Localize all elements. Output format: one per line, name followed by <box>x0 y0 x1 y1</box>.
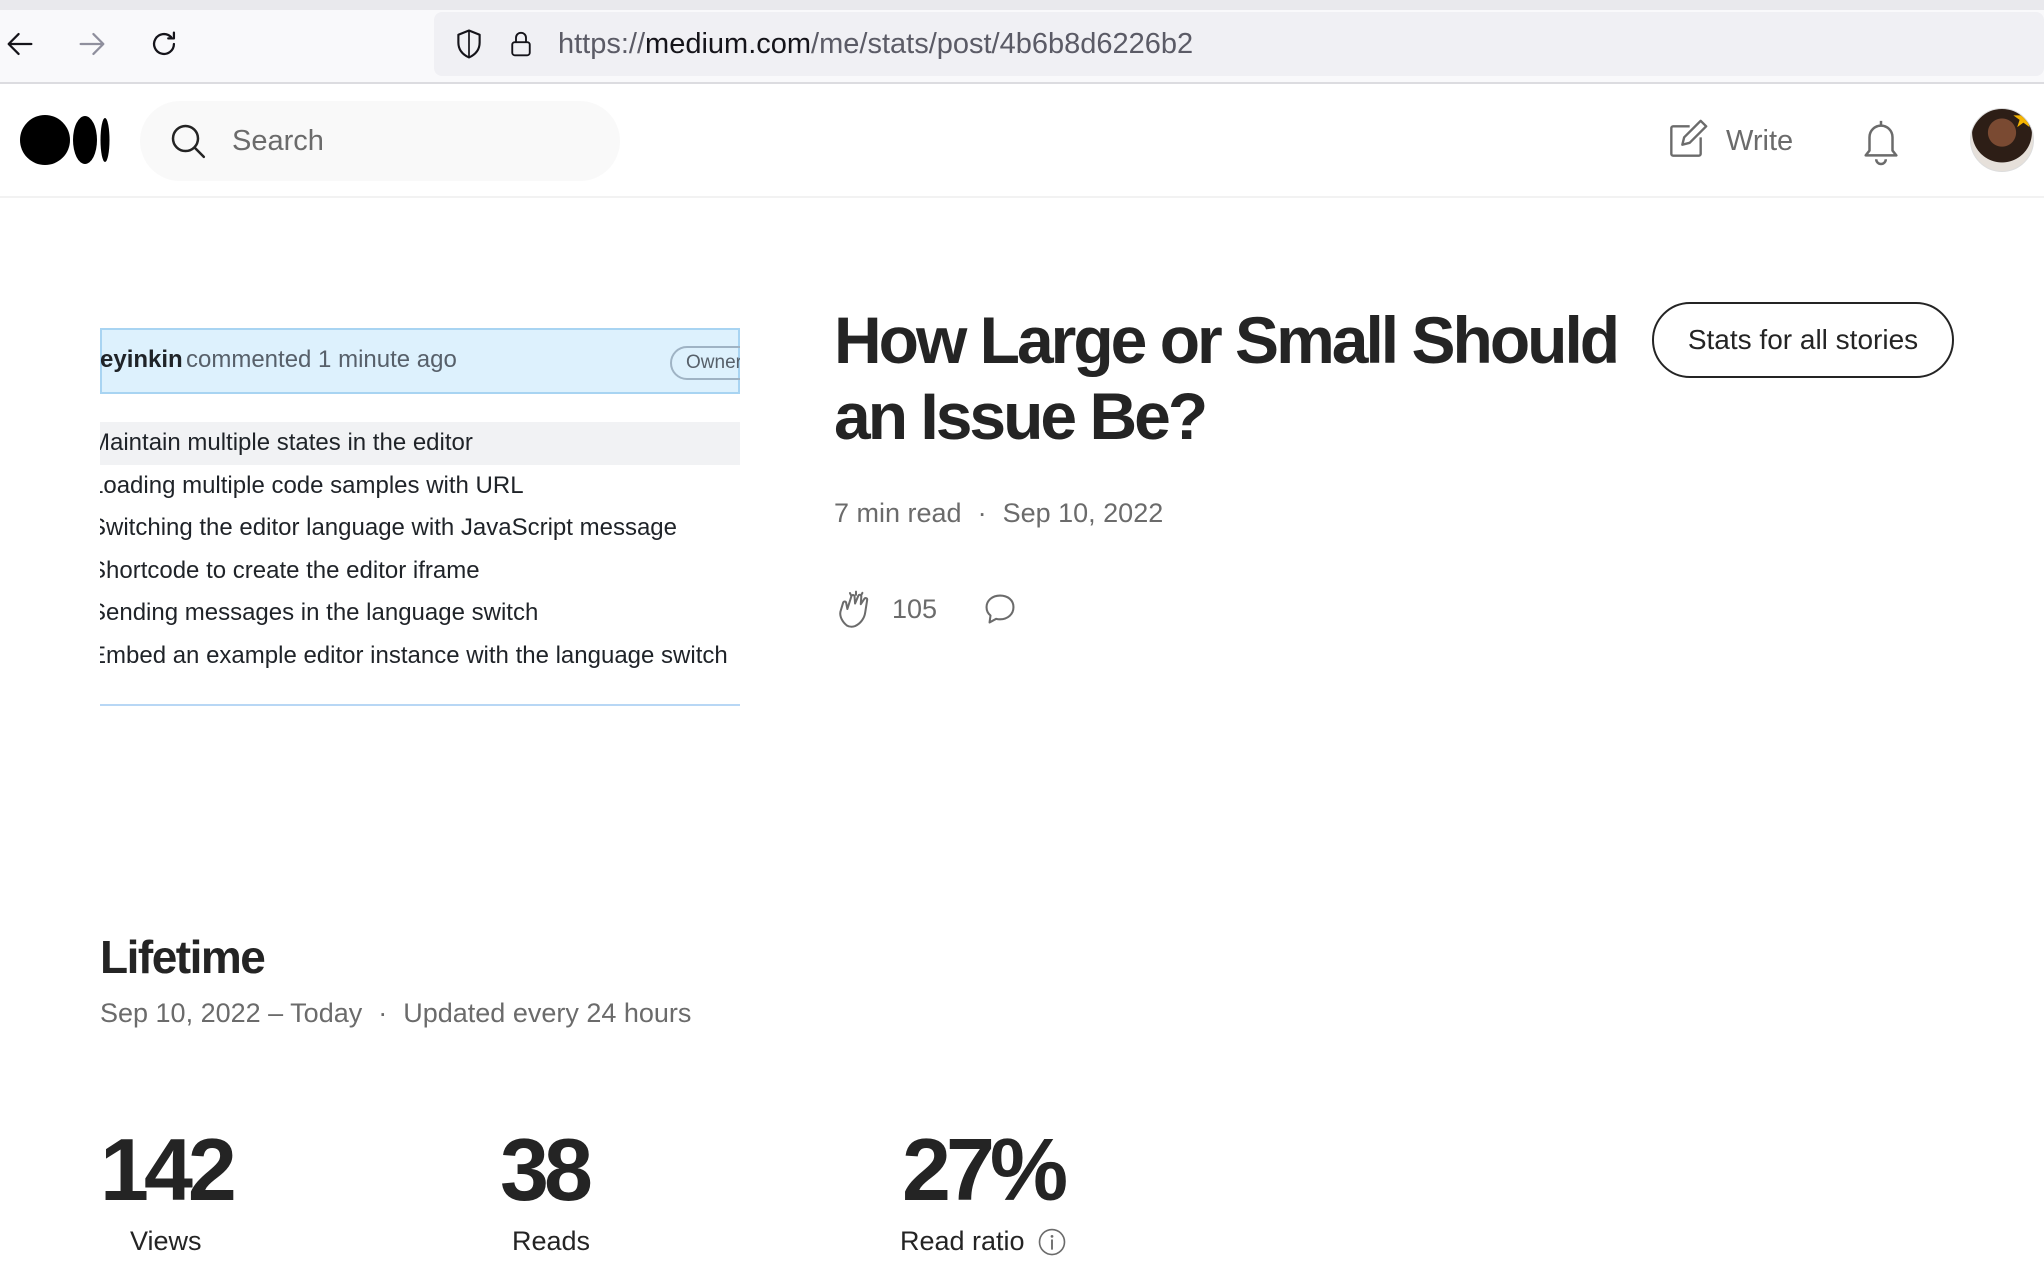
write-label: Write <box>1726 124 1794 157</box>
tab-strip-edge <box>0 0 2044 10</box>
meta-separator: · <box>977 498 987 528</box>
read-ratio-label-text: Read ratio <box>900 1226 1025 1256</box>
task-item: Maintain multiple states in the editor <box>100 422 740 465</box>
views-value: 142 <box>100 1120 237 1219</box>
stat-views: 142 Views <box>100 1120 237 1256</box>
comment-author: eyinkin <box>100 346 183 373</box>
url-host: medium.com <box>645 28 812 60</box>
search-icon <box>171 124 206 159</box>
site-header: Write ★ <box>0 84 2044 198</box>
url-path: /me/stats/post/4b6b8d6226b2 <box>811 28 1194 60</box>
reads-label: Reads <box>512 1226 590 1257</box>
story-preview-image: eyinkin commented 1 minute ago Owner Mai… <box>100 328 740 708</box>
lifetime-update-note: Updated every 24 hours <box>403 998 692 1028</box>
member-star-icon: ★ <box>2011 108 2034 133</box>
owner-badge: Owner <box>670 346 740 380</box>
back-arrow-icon <box>7 32 33 56</box>
task-item: Sending messages in the language switch <box>100 599 539 627</box>
stats-for-all-stories-button[interactable]: Stats for all stories <box>1652 302 1954 378</box>
reads-label-text: Reads <box>512 1226 591 1256</box>
lock-icon[interactable] <box>506 26 536 62</box>
forward-arrow-icon <box>79 32 105 56</box>
url-text[interactable]: https://medium.com/me/stats/post/4b6b8d6… <box>558 26 1193 62</box>
task-item: Embed an example editor instance with th… <box>100 641 728 669</box>
post-title[interactable]: How Large or Small Should an Issue Be? <box>834 302 1634 454</box>
response-bubble-icon[interactable] <box>981 590 1019 628</box>
comment-divider <box>100 704 740 706</box>
search-box[interactable] <box>140 101 620 181</box>
post-meta: 7 min read · Sep 10, 2022 <box>834 498 1163 529</box>
task-list: Maintain multiple states in the editor L… <box>100 422 740 678</box>
browser-toolbar: https://medium.com/me/stats/post/4b6b8d6… <box>0 0 2044 84</box>
stat-reads: 38 Reads <box>500 1120 593 1256</box>
tracking-protection-shield-icon[interactable] <box>452 26 486 62</box>
forward-button[interactable] <box>68 20 116 68</box>
clap-icon[interactable] <box>834 587 878 631</box>
task-item: Switching the editor language with JavaS… <box>100 514 677 542</box>
reads-value: 38 <box>500 1120 593 1219</box>
write-pencil-icon <box>1670 119 1708 157</box>
lifetime-subtitle: Sep 10, 2022 – Today · Updated every 24 … <box>100 998 691 1029</box>
task-item: Shortcode to create the editor iframe <box>100 556 480 584</box>
write-button[interactable]: Write <box>1664 114 1793 168</box>
read-ratio-label: Read ratio <box>900 1226 1067 1257</box>
comment-meta: commented 1 minute ago <box>186 346 457 373</box>
info-icon[interactable] <box>1037 1227 1067 1257</box>
back-button[interactable] <box>0 20 44 68</box>
search-input[interactable] <box>232 117 592 165</box>
views-label-text: Views <box>130 1226 202 1256</box>
views-label: Views <box>130 1226 202 1257</box>
reload-icon <box>152 31 176 56</box>
stat-read-ratio: 27% Read ratio <box>900 1120 1068 1256</box>
medium-logo-icon[interactable] <box>20 114 110 166</box>
comment-header: eyinkin commented 1 minute ago Owner <box>100 328 740 394</box>
reload-button[interactable] <box>140 20 188 68</box>
user-avatar[interactable]: ★ <box>1970 108 2034 172</box>
read-ratio-value: 27% <box>902 1120 1068 1219</box>
publish-date: Sep 10, 2022 <box>1002 498 1164 528</box>
lifetime-range: Sep 10, 2022 – Today <box>100 998 363 1028</box>
notifications-bell-icon[interactable] <box>1858 116 1904 166</box>
clap-count: 105 <box>892 593 938 624</box>
lifetime-separator: · <box>378 998 388 1028</box>
engagement-row: 105 <box>834 584 1019 634</box>
lifetime-heading: Lifetime <box>100 931 266 983</box>
address-bar[interactable]: https://medium.com/me/stats/post/4b6b8d6… <box>434 12 2044 76</box>
task-item: Loading multiple code samples with URL <box>100 471 524 499</box>
url-scheme: https:// <box>558 28 646 60</box>
read-time: 7 min read <box>834 498 962 528</box>
